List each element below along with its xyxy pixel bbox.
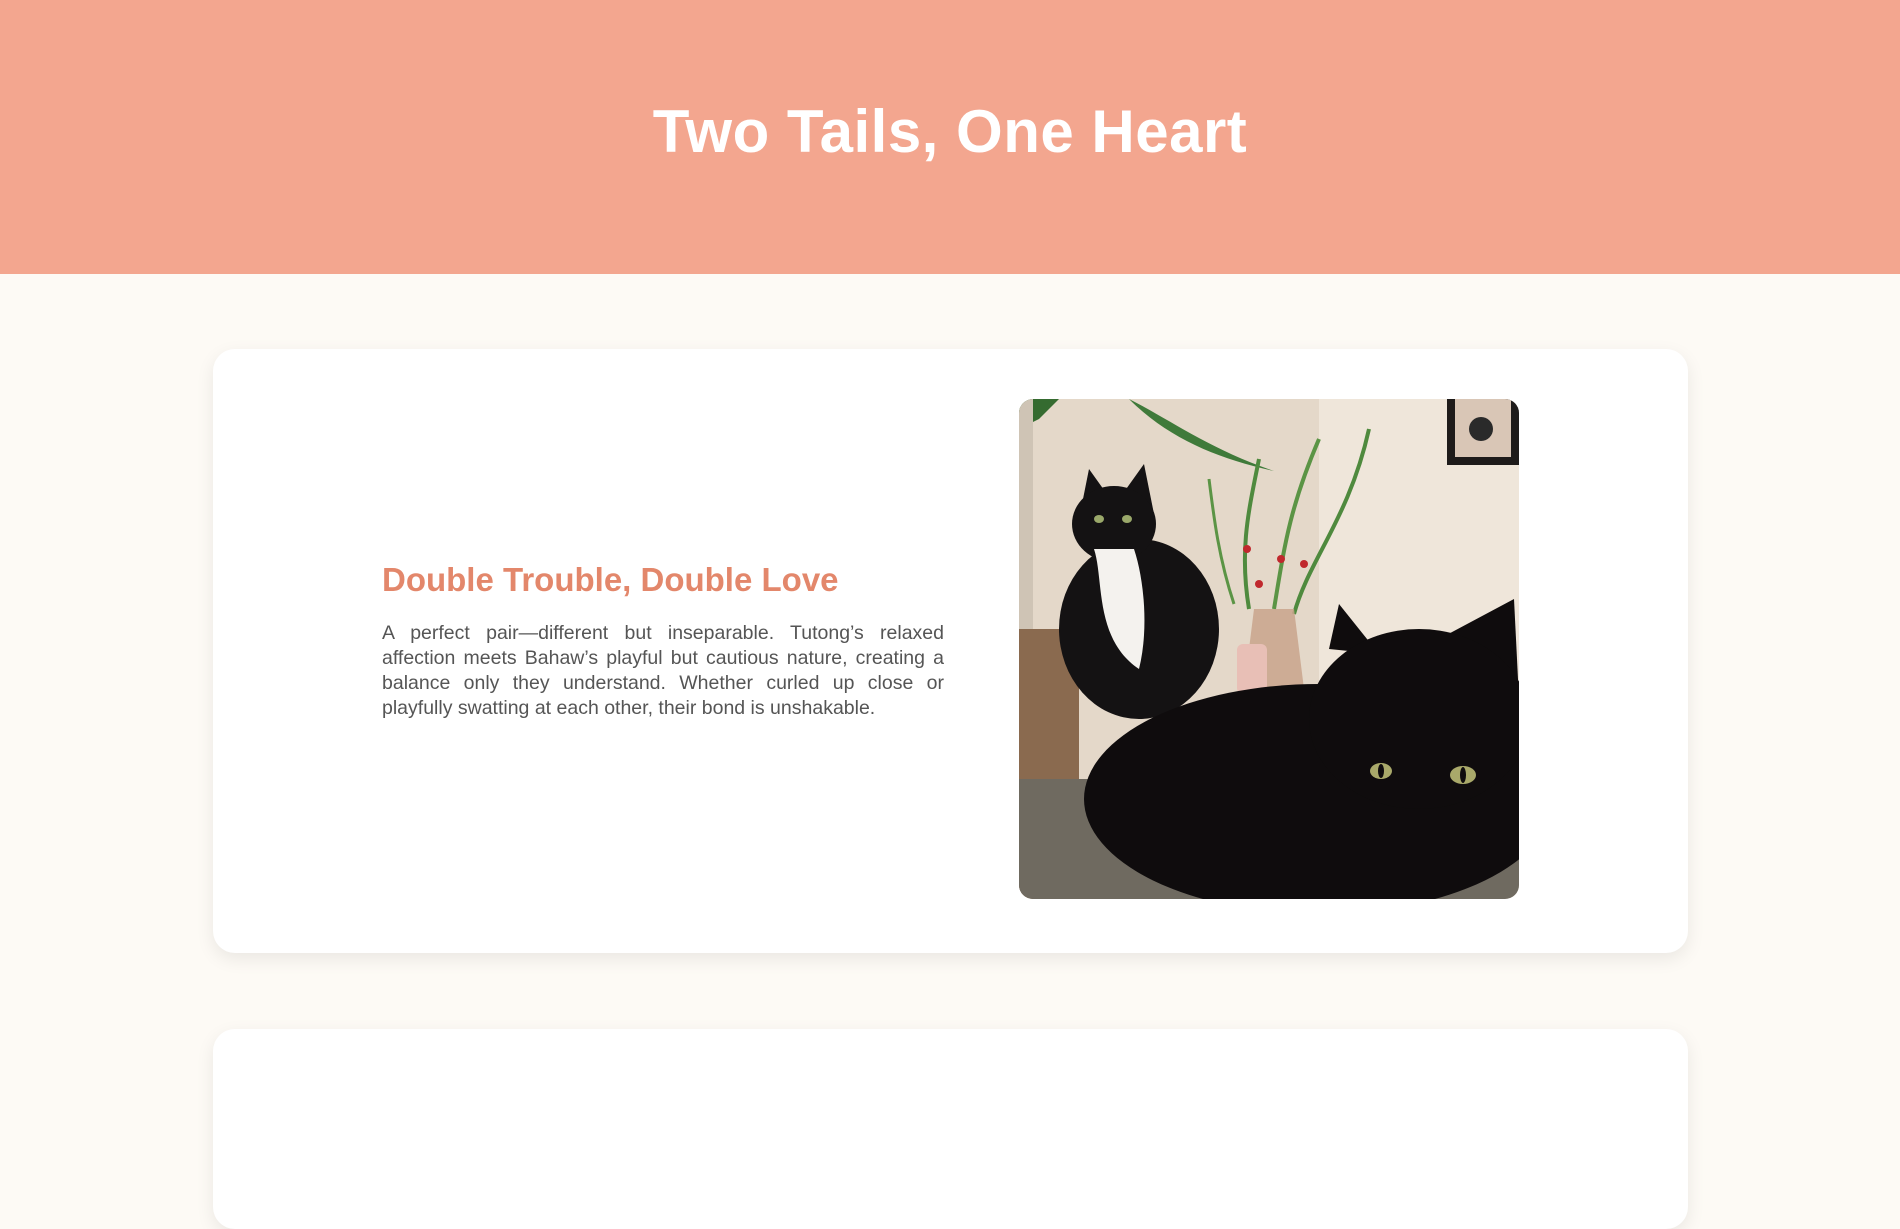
page-header: Two Tails, One Heart: [0, 0, 1900, 274]
story-card-text: Double Trouble, Double Love A perfect pa…: [382, 561, 944, 721]
story-card-body: A perfect pair—different but inseparable…: [382, 622, 944, 719]
page-title: Two Tails, One Heart: [652, 98, 1248, 165]
story-card-second: [213, 1029, 1688, 1229]
story-card-heading: Double Trouble, Double Love: [382, 561, 839, 598]
story-card: Double Trouble, Double Love A perfect pa…: [213, 349, 1688, 953]
two-cats-photo: [1019, 399, 1519, 899]
